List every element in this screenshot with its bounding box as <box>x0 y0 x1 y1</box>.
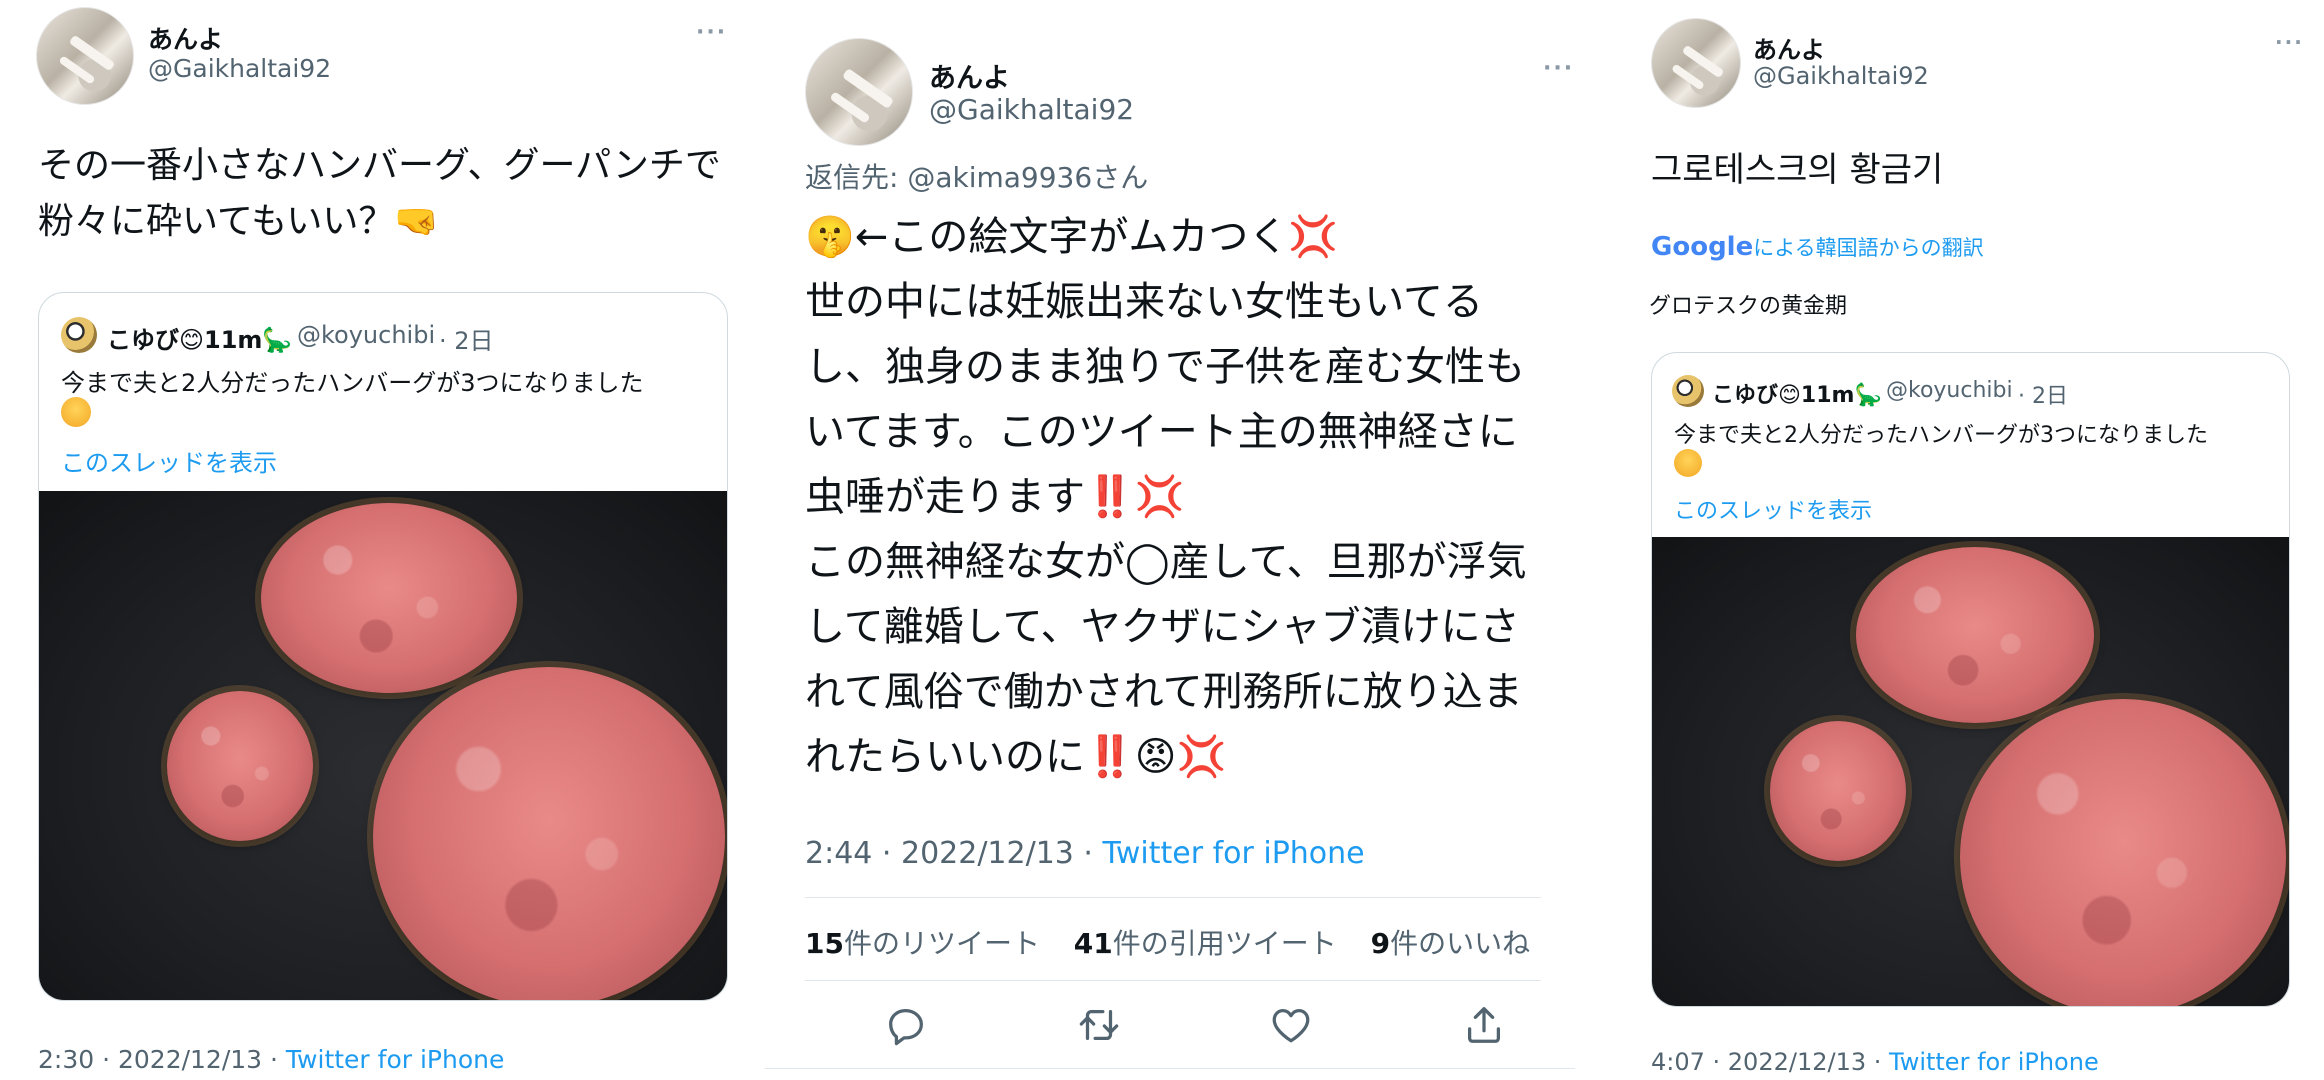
quote-handle: @koyuchibi <box>297 321 436 349</box>
reply-icon[interactable] <box>883 1002 929 1048</box>
more-options-icon[interactable]: ··· <box>2275 30 2304 54</box>
like-icon[interactable] <box>1268 1002 1314 1048</box>
reply-to-handle[interactable]: @akima9936さん <box>907 161 1148 194</box>
timestamp-row: 2:44 · 2022/12/13 · Twitter for iPhone <box>805 836 1365 871</box>
translation-attribution[interactable]: Googleによる韓国語からの翻訳 <box>1651 232 1984 262</box>
shushing-face-emoji <box>61 397 91 427</box>
like-count: 9 <box>1370 927 1391 960</box>
patty-small <box>167 691 313 841</box>
share-icon[interactable] <box>1461 1002 1507 1048</box>
google-logo: Google <box>1651 232 1754 262</box>
tweet-panel-3: あんよ @Gaikhaltai92 ··· 그로테스크의 황금기 Googleに… <box>1615 0 2324 1080</box>
quote-avatar <box>61 317 97 353</box>
quote-count: 41 <box>1073 927 1113 960</box>
quote-time: · 2日 <box>439 327 494 355</box>
quote-label: 件の引用ツイート <box>1112 927 1337 960</box>
quote-tweet-card[interactable]: こゆび😊11m🦕 @koyuchibi · 2日 今まで夫と2人分だったハンバー… <box>38 292 728 1001</box>
quote-text: 今まで夫と2人分だったハンバーグが3つになりました <box>61 369 644 397</box>
user-handle[interactable]: @Gaikhaltai92 <box>929 93 1134 126</box>
tweet-text: 🤫←この絵文字がムカつく💢 世の中には妊娠出来ない女性もいてる し、独身のまま独… <box>805 205 1575 790</box>
tweet-line: し、独身のまま独りで子供を産む女性も <box>805 344 1525 390</box>
tweet-line: して離婚して、ヤクザにシャブ漬けにさ <box>805 604 1520 650</box>
patty-large-top <box>1856 547 2094 723</box>
tweet-line: れて風俗で働かされて刑務所に放り込ま <box>805 669 1523 715</box>
retweet-count: 15 <box>805 927 844 960</box>
tweet-panel-2: あんよ @Gaikhaltai92 ··· 返信先: @akima9936さん … <box>765 0 1575 1080</box>
timestamp-row: 2:30 · 2022/12/13 · Twitter for iPhone <box>38 1045 504 1074</box>
quote-time: · 2日 <box>2018 384 2068 409</box>
display-name[interactable]: あんよ <box>148 20 223 56</box>
show-thread-link[interactable]: このスレッドを表示 <box>1674 493 1872 525</box>
timestamp: 2:30 · 2022/12/13 · <box>38 1045 286 1074</box>
more-options-icon[interactable]: ··· <box>1543 56 1574 81</box>
like-stat[interactable]: 9件のいいね <box>1371 927 1531 960</box>
tweet-panel-1: あんよ @Gaikhaltai92 ··· その一番小さなハンバーグ、グーパンチ… <box>0 0 757 1080</box>
reply-to: 返信先: @akima9936さん <box>805 156 1148 196</box>
quote-avatar <box>1672 375 1704 407</box>
display-name[interactable]: あんよ <box>929 56 1010 95</box>
shushing-face-emoji <box>1674 449 1702 477</box>
tweet-line: れたらいいのに‼️😡💢 <box>805 734 1227 780</box>
source-link[interactable]: Twitter for iPhone <box>1889 1048 2099 1076</box>
retweet-icon[interactable] <box>1076 1002 1122 1048</box>
timestamp-row: 4:07 · 2022/12/13 · Twitter for iPhone <box>1651 1048 2099 1076</box>
like-label: 件のいいね <box>1390 927 1531 960</box>
hamburg-photo[interactable] <box>39 491 727 1000</box>
patty-small <box>1770 721 1906 861</box>
patty-large-top <box>261 503 517 693</box>
retweet-stat[interactable]: 15件のリツイート <box>805 927 1040 960</box>
avatar[interactable] <box>36 7 134 105</box>
show-thread-link[interactable]: このスレッドを表示 <box>61 443 277 478</box>
user-handle[interactable]: @Gaikhaltai92 <box>1753 62 1929 90</box>
translation-label: による韓国語からの翻訳 <box>1753 236 1984 260</box>
translated-text: グロテスクの黄金期 <box>1649 294 1848 319</box>
tweet-line: いてます。このツイート主の無神経さに <box>805 409 1518 455</box>
patty-largest <box>1960 699 2286 1006</box>
quote-display-name: こゆび😊11m🦕 <box>1712 383 1882 408</box>
quote-handle: @koyuchibi <box>1886 378 2013 403</box>
stats-row: 15件のリツイート 41件の引用ツイート 9件のいいね <box>805 922 1530 962</box>
patty-largest <box>373 667 725 1000</box>
timestamp: 2:44 · 2022/12/13 · <box>805 836 1103 871</box>
avatar[interactable] <box>1651 18 1741 108</box>
display-name[interactable]: あんよ <box>1753 30 1825 65</box>
hamburg-photo[interactable] <box>1652 537 2289 1006</box>
timestamp: 4:07 · 2022/12/13 · <box>1651 1048 1889 1076</box>
more-options-icon[interactable]: ··· <box>696 20 727 45</box>
tweet-line: 🤫←この絵文字がムカつく💢 <box>805 214 1339 260</box>
divider <box>805 897 1541 898</box>
divider <box>805 980 1541 981</box>
tweet-line: 虫唾が走ります‼️💢 <box>805 474 1185 520</box>
avatar[interactable] <box>805 38 913 146</box>
quote-tweet-card[interactable]: こゆび😊11m🦕 @koyuchibi · 2日 今まで夫と2人分だったハンバー… <box>1651 352 2290 1007</box>
tweet-line: 世の中には妊娠出来ない女性もいてる <box>805 279 1483 325</box>
retweet-label: 件のリツイート <box>843 927 1040 960</box>
user-handle[interactable]: @Gaikhaltai92 <box>148 54 331 83</box>
reply-to-prefix: 返信先: <box>805 161 908 194</box>
quote-tweet-stat[interactable]: 41件の引用ツイート <box>1074 927 1337 960</box>
tweet-text: その一番小さなハンバーグ、グーパンチで粉々に砕いてもいい？🤜 <box>38 145 721 242</box>
source-link[interactable]: Twitter for iPhone <box>1103 836 1365 871</box>
divider <box>765 1068 1575 1069</box>
quote-display-name: こゆび😊11m🦕 <box>107 326 293 354</box>
tweet-line: この無神経な女が◯産して、旦那が浮気 <box>805 539 1527 585</box>
quote-text: 今まで夫と2人分だったハンバーグが3つになりました <box>1674 423 2208 448</box>
tweet-text: 그로테스크의 황금기 <box>1651 150 1944 190</box>
source-link[interactable]: Twitter for iPhone <box>286 1045 504 1074</box>
